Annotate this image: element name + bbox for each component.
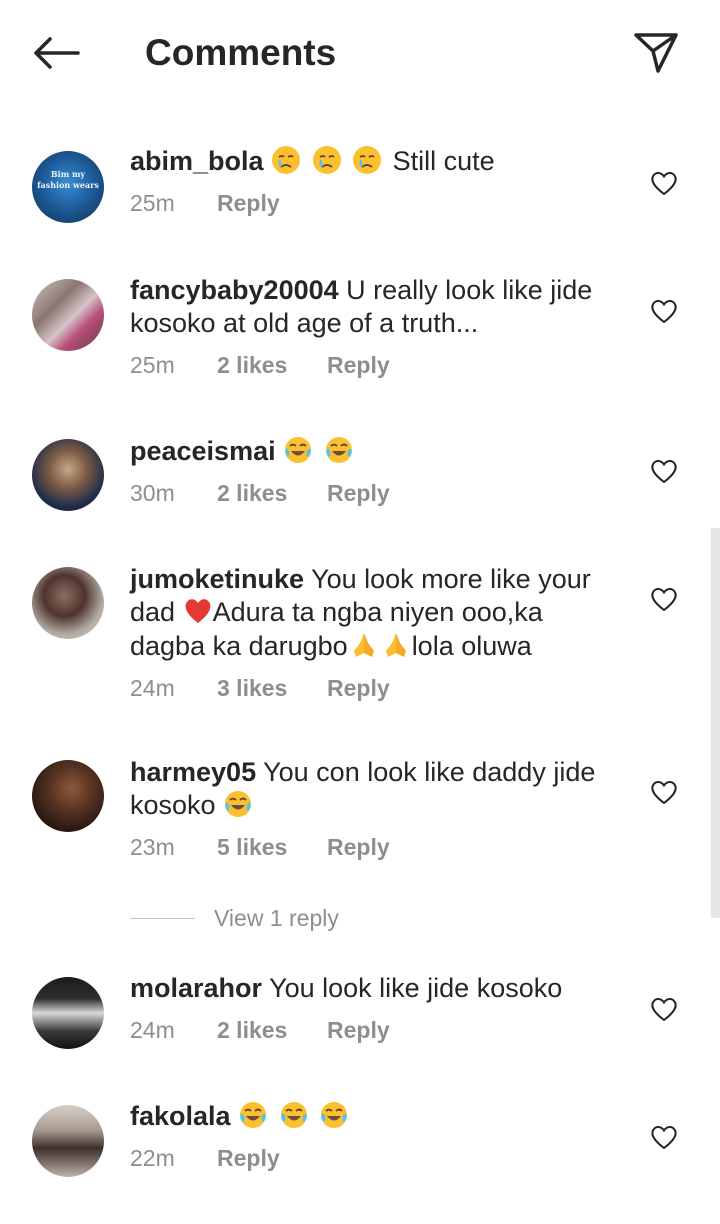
- like-button[interactable]: [650, 1124, 678, 1150]
- avatar[interactable]: [32, 567, 104, 639]
- folded-hands-emoji: [385, 633, 406, 657]
- page-title: Comments: [145, 32, 337, 73]
- comment-meta: 25m 2 likes Reply: [130, 350, 610, 380]
- likes-count[interactable]: 2 likes: [217, 350, 327, 380]
- comment-username[interactable]: abim_bola: [130, 146, 264, 176]
- reply-button[interactable]: Reply: [217, 188, 280, 218]
- heart-icon: [651, 998, 677, 1022]
- avatar[interactable]: [32, 279, 104, 351]
- like-button[interactable]: [650, 170, 678, 196]
- comment-meta: 23m 5 likes Reply: [130, 832, 610, 862]
- comment-username[interactable]: peaceismai: [130, 436, 276, 466]
- arrow-left-icon: [34, 37, 80, 69]
- top-bar: Comments: [0, 0, 720, 110]
- comment-meta: 30m 2 likes Reply: [130, 478, 610, 508]
- reply-button[interactable]: Reply: [327, 350, 390, 380]
- comment-username[interactable]: harmey05: [130, 757, 256, 787]
- comment-text: Still cute: [392, 146, 495, 176]
- comment-time: 22m: [130, 1145, 175, 1171]
- like-button[interactable]: [650, 298, 678, 324]
- heart-icon: [651, 460, 677, 484]
- comment-meta: 24m 2 likes Reply: [130, 1015, 610, 1045]
- share-button[interactable]: [628, 28, 684, 78]
- comment-time: 30m: [130, 480, 175, 506]
- comment-time: 24m: [130, 675, 175, 701]
- reply-button[interactable]: Reply: [327, 1015, 390, 1045]
- comment-time: 25m: [130, 190, 175, 216]
- crying-face-emoji: [271, 146, 393, 176]
- likes-count[interactable]: 3 likes: [217, 673, 327, 703]
- comment-username[interactable]: jumoketinuke: [130, 564, 304, 594]
- comment-meta: 22m Reply: [130, 1143, 610, 1173]
- comment-meta: 24m 3 likes Reply: [130, 673, 610, 703]
- comment-time: 24m: [130, 1017, 175, 1043]
- comment-text: You look like jide kosoko: [269, 973, 563, 1003]
- comment-text: lola oluwa: [411, 631, 532, 661]
- like-button[interactable]: [650, 586, 678, 612]
- heart-icon: [651, 781, 677, 805]
- comment-username[interactable]: molarahor: [130, 973, 262, 1003]
- folded-hands-emoji: [353, 633, 374, 657]
- scrollbar[interactable]: [711, 528, 720, 918]
- view-replies-label: View 1 reply: [214, 904, 339, 931]
- comment-username[interactable]: fancybaby20004: [130, 275, 339, 305]
- avatar[interactable]: [32, 977, 104, 1049]
- likes-count[interactable]: 2 likes: [217, 478, 327, 508]
- replies-divider: [130, 917, 195, 919]
- reply-button[interactable]: Reply: [327, 478, 390, 508]
- heart-icon: [651, 172, 677, 196]
- like-button[interactable]: [650, 458, 678, 484]
- paper-plane-icon: [634, 33, 678, 73]
- comment-username[interactable]: fakolala: [130, 1101, 231, 1131]
- like-button[interactable]: [650, 779, 678, 805]
- avatar[interactable]: Bim my fashion wears: [32, 151, 104, 223]
- likes-count[interactable]: 5 likes: [217, 832, 327, 862]
- avatar[interactable]: [32, 760, 104, 832]
- tears-of-joy-emoji: [283, 436, 357, 466]
- reply-button[interactable]: Reply: [327, 832, 390, 862]
- heart-icon: [651, 1126, 677, 1150]
- heart-icon: [651, 588, 677, 612]
- likes-count[interactable]: 2 likes: [217, 1015, 327, 1045]
- avatar[interactable]: [32, 439, 104, 511]
- back-button[interactable]: [28, 30, 84, 76]
- tears-of-joy-emoji: [225, 791, 252, 817]
- heart-icon: [651, 300, 677, 324]
- avatar[interactable]: [32, 1105, 104, 1177]
- comment-time: 25m: [130, 352, 175, 378]
- reply-button[interactable]: Reply: [217, 1143, 280, 1173]
- view-replies-button[interactable]: View 1 reply: [130, 902, 339, 934]
- comment-time: 23m: [130, 834, 175, 860]
- red-heart-emoji: [185, 599, 210, 623]
- avatar-badge-text: Bim my fashion wears: [37, 169, 99, 190]
- comment-meta: 25m Reply: [130, 188, 610, 218]
- like-button[interactable]: [650, 996, 678, 1022]
- tears-of-joy-emoji: [238, 1101, 352, 1131]
- reply-button[interactable]: Reply: [327, 673, 390, 703]
